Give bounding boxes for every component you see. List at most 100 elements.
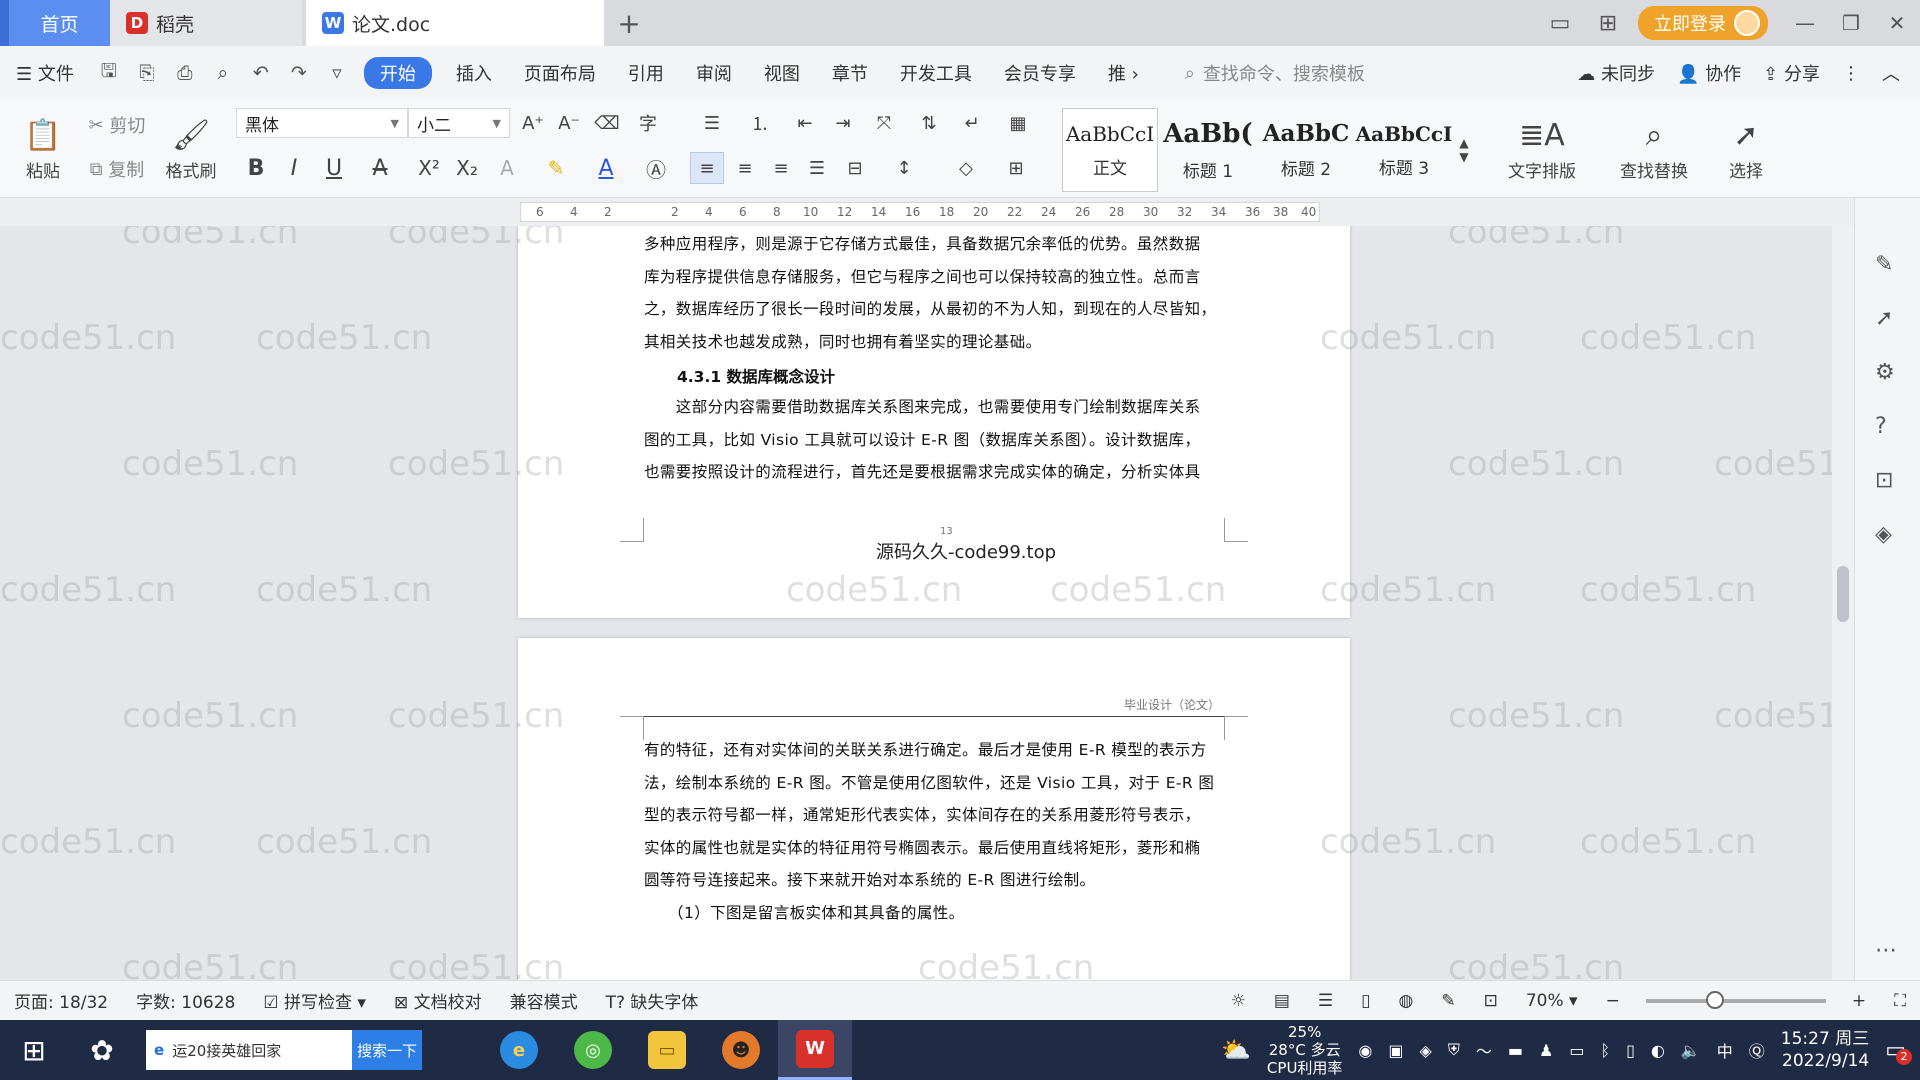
export-pdf-icon[interactable]: ⎘ [128,62,166,84]
zoom-level[interactable]: 70% ▾ [1512,991,1592,1011]
text-effect-icon[interactable]: A [490,152,524,184]
bluetooth-icon[interactable]: ᛒ [1600,1041,1610,1060]
table-tools-icon[interactable]: ▦ [1000,108,1036,138]
shield-icon[interactable]: ⛨ [1448,1040,1460,1060]
style-heading-3[interactable]: AaBbCcI 标题 3 [1356,108,1453,192]
justify-icon[interactable]: ☰ [800,152,834,184]
menu-tab-member[interactable]: 会员专享 [988,60,1092,86]
command-search[interactable]: ⌕ 查找命令、搜索模板 [1185,60,1365,86]
grow-font-icon[interactable]: A⁺ [518,108,548,138]
eye-protection-icon[interactable]: ☼ [1217,991,1260,1011]
missing-fonts-button[interactable]: T? 缺失字体 [592,988,713,1013]
taskbar-search-button[interactable]: 搜索一下 [352,1030,422,1070]
clear-format-icon[interactable]: ⌫ [592,108,622,138]
proofread-button[interactable]: ⊠ 文档校对 [380,988,496,1013]
tab-document[interactable]: W 论文.doc [306,0,604,46]
assistant-icon[interactable]: ✿ [68,1020,136,1080]
underline-icon[interactable]: U [314,152,354,184]
taskbar-search[interactable]: e 运20接英雄回家 搜索一下 [146,1030,422,1070]
new-tab-button[interactable]: + [604,0,654,46]
start-button[interactable]: ⊞ [0,1020,68,1080]
menu-tab-developer[interactable]: 开发工具 [884,60,988,86]
penguin-icon[interactable]: ♟ [1539,1041,1553,1060]
font-size-select[interactable]: 小二 ▼ [408,108,510,138]
align-left-icon[interactable]: ≡ [690,152,724,184]
word-count[interactable]: 字数: 10628 [122,988,249,1013]
cut-button[interactable]: ✂ 剪切 [80,108,154,142]
vertical-scrollbar[interactable] [1832,226,1854,980]
quick-access-dropdown-icon[interactable]: ▿ [318,62,356,84]
undo-icon[interactable]: ↶ [242,62,280,84]
outline-view-icon[interactable]: ☰ [1304,991,1347,1011]
phonetic-guide-icon[interactable]: 字 [628,108,668,138]
window-layout-icon[interactable]: ▭ [1536,0,1584,46]
horizontal-ruler[interactable]: 6 4 2 2 4 6 8 10 12 14 16 18 20 22 24 26… [0,198,1920,226]
location-icon[interactable]: ◈ [1875,522,1892,547]
security-icon[interactable]: ◉ [1358,1041,1372,1060]
zoom-in-icon[interactable]: + [1838,991,1880,1011]
login-button[interactable]: 立即登录 [1638,6,1768,40]
fit-page-icon[interactable]: ⊡ [1470,991,1512,1011]
find-replace-button[interactable]: ⌕ 查找替换 [1606,108,1702,192]
menu-tab-recommend[interactable]: 推 › [1092,60,1155,86]
sync-status[interactable]: ☁ 未同步 [1577,60,1655,86]
show-marks-icon[interactable]: ↵ [952,108,992,138]
align-right-icon[interactable]: ≡ [764,152,798,184]
taskbar-search-input[interactable]: e 运20接英雄回家 [146,1030,352,1070]
apps-grid-icon[interactable]: ⊞ [1584,0,1632,46]
taskbar-app-browser[interactable]: ◎ [556,1020,630,1080]
adjust-icon[interactable]: ⚙ [1875,360,1895,385]
decrease-indent-icon[interactable]: ⇤ [788,108,822,138]
menu-tab-review[interactable]: 审阅 [680,60,748,86]
zoom-slider-knob[interactable] [1705,990,1724,1009]
tray-app-icon[interactable]: ◈ [1420,1041,1432,1060]
redo-icon[interactable]: ↷ [280,62,318,84]
save-icon[interactable]: 🖫 [90,57,128,89]
print-icon[interactable]: ⎙ [166,62,204,84]
format-painter-button[interactable]: 🖌 格式刷 [160,108,222,192]
sort-icon[interactable]: ⇅ [912,108,946,138]
weather-widget[interactable]: 25% 28°C 多云 CPU利用率 [1267,1023,1343,1077]
document-canvas[interactable]: 多种应用程序，则是源于它存储方式最佳，具备数据冗余率低的优势。虽然数据 库为程序… [0,226,1838,980]
wifi-icon[interactable]: 〜 [1476,1038,1492,1062]
shading-icon[interactable]: ◇ [946,152,986,184]
italic-icon[interactable]: I [278,152,310,184]
tab-home[interactable]: 首页 [9,0,110,46]
notification-icon[interactable]: ▭ 2 [1885,1038,1912,1065]
style-normal[interactable]: AaBbCcI 正文 [1062,108,1158,192]
menu-tab-home[interactable]: 开始 [363,57,432,89]
backup-icon[interactable]: ⊡ [1875,468,1893,493]
taskbar-app-ie[interactable]: e [482,1020,556,1080]
taskbar-app-explorer[interactable]: ▭ [630,1020,704,1080]
minimize-button[interactable]: — [1782,0,1828,46]
page-view-icon[interactable]: ▤ [1260,991,1304,1011]
paste-button[interactable]: 📋 粘贴 [14,108,72,192]
restore-button[interactable]: ❐ [1828,0,1874,46]
page-indicator[interactable]: 页面: 18/32 [0,988,122,1013]
help-icon[interactable]: ? [1875,414,1887,439]
numbered-list-icon[interactable]: ⒈ [740,108,780,138]
ime-tool-icon[interactable]: Ⓠ [1749,1038,1765,1062]
shrink-font-icon[interactable]: A⁻ [554,108,584,138]
tab-docer[interactable]: D 稻壳 [110,0,302,46]
file-menu[interactable]: ☰ 文件 [0,60,90,86]
more-options-icon[interactable]: ⋮ [1842,63,1860,84]
select-button[interactable]: ➚ 选择 [1706,108,1786,192]
print-preview-icon[interactable]: ⌕ [204,62,242,84]
char-border-icon[interactable]: Ⓐ [640,152,672,184]
share-button[interactable]: ⇪ 分享 [1763,60,1820,86]
taskbar-app-wps[interactable]: W [778,1020,852,1080]
reading-view-icon[interactable]: ▯ [1347,991,1384,1011]
battery-icon[interactable]: ▭ [1569,1041,1584,1060]
menu-tab-page-layout[interactable]: 页面布局 [508,60,612,86]
menu-tab-view[interactable]: 视图 [748,60,816,86]
subscript-icon[interactable]: X₂ [450,152,484,184]
menu-tab-references[interactable]: 引用 [612,60,680,86]
highlight-icon[interactable]: ✎ [536,152,576,184]
superscript-icon[interactable]: X² [412,152,446,184]
distribute-icon[interactable]: ⊟ [838,152,872,184]
spellcheck-button[interactable]: ☑ 拼写检查 ▾ [249,988,380,1013]
network-app-icon[interactable]: ◐ [1651,1041,1665,1060]
menu-tab-chapter[interactable]: 章节 [816,60,884,86]
fullscreen-icon[interactable]: ⛶ [1880,991,1920,1011]
